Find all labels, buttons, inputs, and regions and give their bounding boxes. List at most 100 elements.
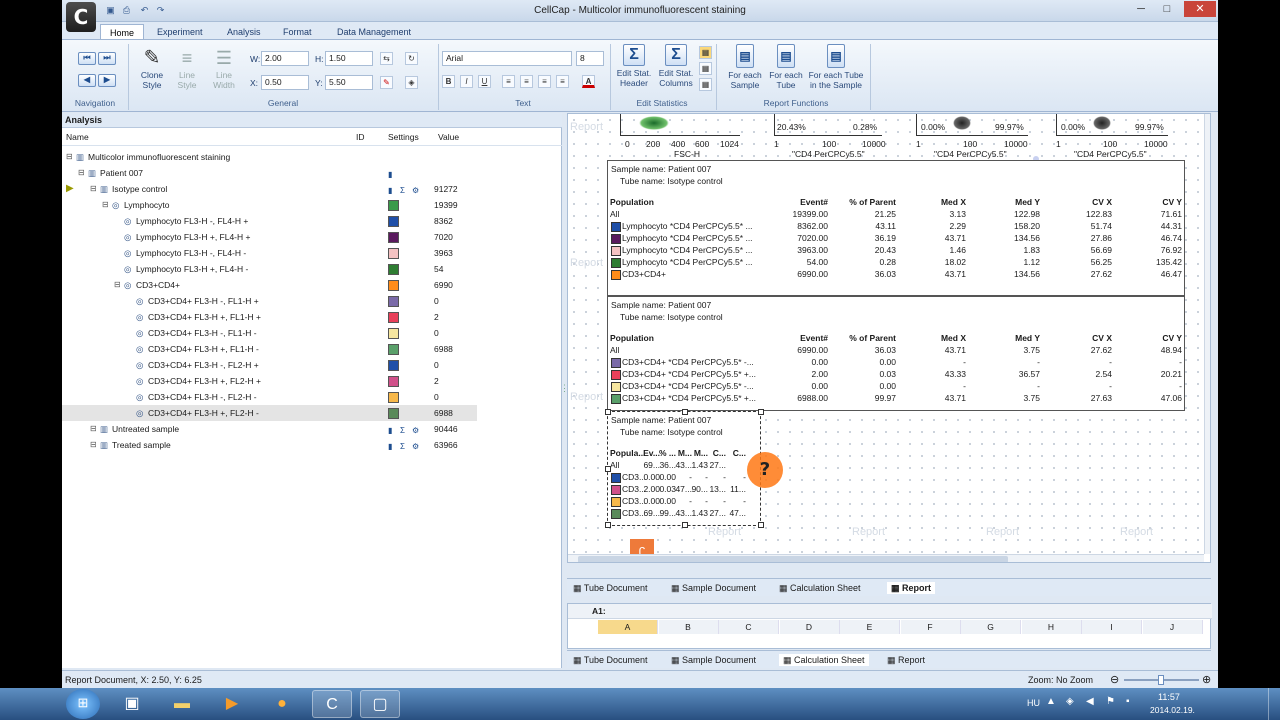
expand-icon[interactable]: ⊟: [66, 149, 73, 165]
media-player-icon[interactable]: ▶: [212, 690, 252, 718]
tree-row[interactable]: ⊟ ▥ Treated sample ▮ Σ ⚙ 63966: [62, 437, 477, 453]
for-each-tube-button[interactable]: ▤ For each Tube: [766, 44, 806, 90]
start-button[interactable]: ⊞: [66, 689, 100, 719]
tree-row[interactable]: ◎ CD3+CD4+ FL3-H +, FL2-H - 6988: [62, 405, 477, 421]
color-swatch[interactable]: [388, 216, 399, 227]
for-each-tube-in-sample-button[interactable]: ▤ For each Tube in the Sample: [806, 44, 866, 90]
color-swatch[interactable]: [388, 280, 399, 291]
prev-page-icon[interactable]: ◀: [78, 74, 96, 87]
tab-analysis[interactable]: Analysis: [218, 24, 270, 40]
last-page-icon[interactable]: ⏭: [98, 52, 116, 65]
horizontal-scrollbar[interactable]: [568, 554, 1204, 562]
sheet-column-header[interactable]: F: [900, 620, 961, 634]
tree-row[interactable]: ◎ CD3+CD4+ FL3-H -, FL1-H + 0: [62, 293, 477, 309]
tab-report[interactable]: ▦ Report: [887, 654, 925, 666]
color-swatch[interactable]: [388, 232, 399, 243]
width-field[interactable]: 2.00: [261, 51, 309, 66]
stat-option-icon[interactable]: ▦: [699, 62, 712, 75]
sheet-column-header[interactable]: J: [1142, 620, 1203, 634]
tab-sample-document[interactable]: ▦ Sample Document: [671, 654, 756, 666]
report-canvas[interactable]: Report Report Report Report Report Repor…: [567, 113, 1211, 563]
color-swatch[interactable]: [388, 376, 399, 387]
y-field[interactable]: 5.50: [325, 75, 373, 90]
app-logo[interactable]: C: [66, 2, 96, 32]
resize-handle[interactable]: [682, 522, 688, 528]
color-swatch[interactable]: [388, 296, 399, 307]
align-right-icon[interactable]: ≡: [538, 75, 551, 88]
bold-button[interactable]: B: [442, 75, 455, 88]
color-swatch[interactable]: [388, 312, 399, 323]
window-taskbar-icon[interactable]: ▢: [360, 690, 400, 718]
vertical-scrollbar[interactable]: [1204, 114, 1210, 554]
sheet-column-header[interactable]: A: [598, 620, 658, 634]
expand-icon[interactable]: ⊟: [90, 421, 97, 437]
resize-handle[interactable]: [605, 409, 611, 415]
splitter-grip[interactable]: ⋮: [560, 383, 569, 393]
tree-row[interactable]: ⊟ ◎ CD3+CD4+ 6990: [62, 277, 477, 293]
clock-date[interactable]: 2014.02.19.: [1150, 705, 1195, 715]
tree-row[interactable]: ◎ CD3+CD4+ FL3-H +, FL1-H - 6988: [62, 341, 477, 357]
stats-table-2[interactable]: Sample name: Patient 007 Tube name: Isoty…: [607, 296, 1185, 411]
resize-handle[interactable]: [605, 466, 611, 472]
align-left-icon[interactable]: ≡: [502, 75, 515, 88]
font-color-icon[interactable]: A: [582, 75, 595, 88]
tab-experiment[interactable]: Experiment: [148, 24, 212, 40]
x-field[interactable]: 0.50: [261, 75, 309, 90]
tree-row[interactable]: ◎ CD3+CD4+ FL3-H -, FL2-H - 0: [62, 389, 477, 405]
edit-stat-header-button[interactable]: Σ Edit Stat. Header: [614, 44, 654, 88]
tree-row[interactable]: ◎ CD3+CD4+ FL3-H +, FL1-H + 2: [62, 309, 477, 325]
expand-icon[interactable]: ⊟: [102, 197, 109, 213]
line-width-button[interactable]: ☰ Line Width: [206, 46, 242, 90]
col-value[interactable]: Value: [438, 132, 459, 142]
color-swatch[interactable]: [388, 392, 399, 403]
explorer-icon[interactable]: ▬: [162, 690, 202, 718]
gear-icon[interactable]: ⚙: [412, 439, 419, 455]
color-swatch[interactable]: [388, 408, 399, 419]
tree-row[interactable]: ⊟ ▥ Untreated sample ▮ Σ ⚙ 90446: [62, 421, 477, 437]
italic-button[interactable]: I: [460, 75, 473, 88]
tab-home[interactable]: Home: [100, 24, 145, 40]
tray-volume-icon[interactable]: ◀: [1086, 696, 1094, 707]
font-size-select[interactable]: 8: [576, 51, 604, 66]
fill-color-icon[interactable]: ◈: [405, 76, 418, 89]
close-button[interactable]: ✕: [1184, 1, 1216, 17]
color-swatch[interactable]: [388, 264, 399, 275]
tab-calculation-sheet[interactable]: ▦ Calculation Sheet: [779, 582, 861, 594]
tree-row[interactable]: ▶ ⊟ ▥ Isotype control ▮ Σ ⚙ 91272: [62, 181, 477, 197]
sheet-column-header[interactable]: E: [840, 620, 900, 634]
zoom-slider-thumb[interactable]: [1158, 675, 1164, 685]
expand-icon[interactable]: ⊟: [90, 181, 97, 197]
tree-row[interactable]: ⊟ ▥ Patient 007 ▮: [62, 165, 477, 181]
expand-icon[interactable]: ⊟: [78, 165, 85, 181]
first-page-icon[interactable]: ⏮: [78, 52, 96, 65]
tree-row[interactable]: ◎ CD3+CD4+ FL3-H -, FL1-H - 0: [62, 325, 477, 341]
edit-stat-columns-button[interactable]: Σ Edit Stat. Columns: [656, 44, 696, 88]
tab-sample-document[interactable]: ▦ Sample Document: [671, 582, 756, 594]
maximize-button[interactable]: □: [1156, 1, 1178, 17]
sheet-column-header[interactable]: C: [719, 620, 779, 634]
stat-option-icon[interactable]: ▦: [699, 46, 712, 59]
taskbar-app-icon[interactable]: ▣: [112, 690, 152, 718]
color-swatch[interactable]: [388, 248, 399, 259]
tab-tube-document[interactable]: ▦ Tube Document: [573, 654, 648, 666]
sheet-column-header[interactable]: G: [961, 620, 1021, 634]
expand-icon[interactable]: ⊟: [90, 437, 97, 453]
font-select[interactable]: Arial: [442, 51, 572, 66]
tab-data-management[interactable]: Data Management: [328, 24, 420, 40]
col-settings[interactable]: Settings: [388, 132, 419, 142]
stat-option-icon[interactable]: ▦: [699, 78, 712, 91]
color-swatch[interactable]: [388, 360, 399, 371]
align-center-icon[interactable]: ≡: [520, 75, 533, 88]
sheet-column-header[interactable]: I: [1082, 620, 1142, 634]
sheet-column-header[interactable]: B: [658, 620, 719, 634]
stats-table-1[interactable]: Sample name: Patient 007 Tube name: Isoty…: [607, 160, 1185, 296]
tree-row[interactable]: ◎ Lymphocyto FL3-H +, FL4-H - 54: [62, 261, 477, 277]
color-swatch[interactable]: [388, 200, 399, 211]
tab-tube-document[interactable]: ▦ Tube Document: [573, 582, 648, 594]
tree-row[interactable]: ⊟ ▥ Multicolor immunofluorescent staining: [62, 149, 477, 165]
tree-row[interactable]: ◎ Lymphocyto FL3-H -, FL4-H + 8362: [62, 213, 477, 229]
tray-up-icon[interactable]: ▲: [1046, 696, 1056, 707]
play-arrow-icon[interactable]: ▶: [66, 181, 74, 197]
tree-row[interactable]: ◎ CD3+CD4+ FL3-H +, FL2-H + 2: [62, 373, 477, 389]
color-swatch[interactable]: [388, 328, 399, 339]
